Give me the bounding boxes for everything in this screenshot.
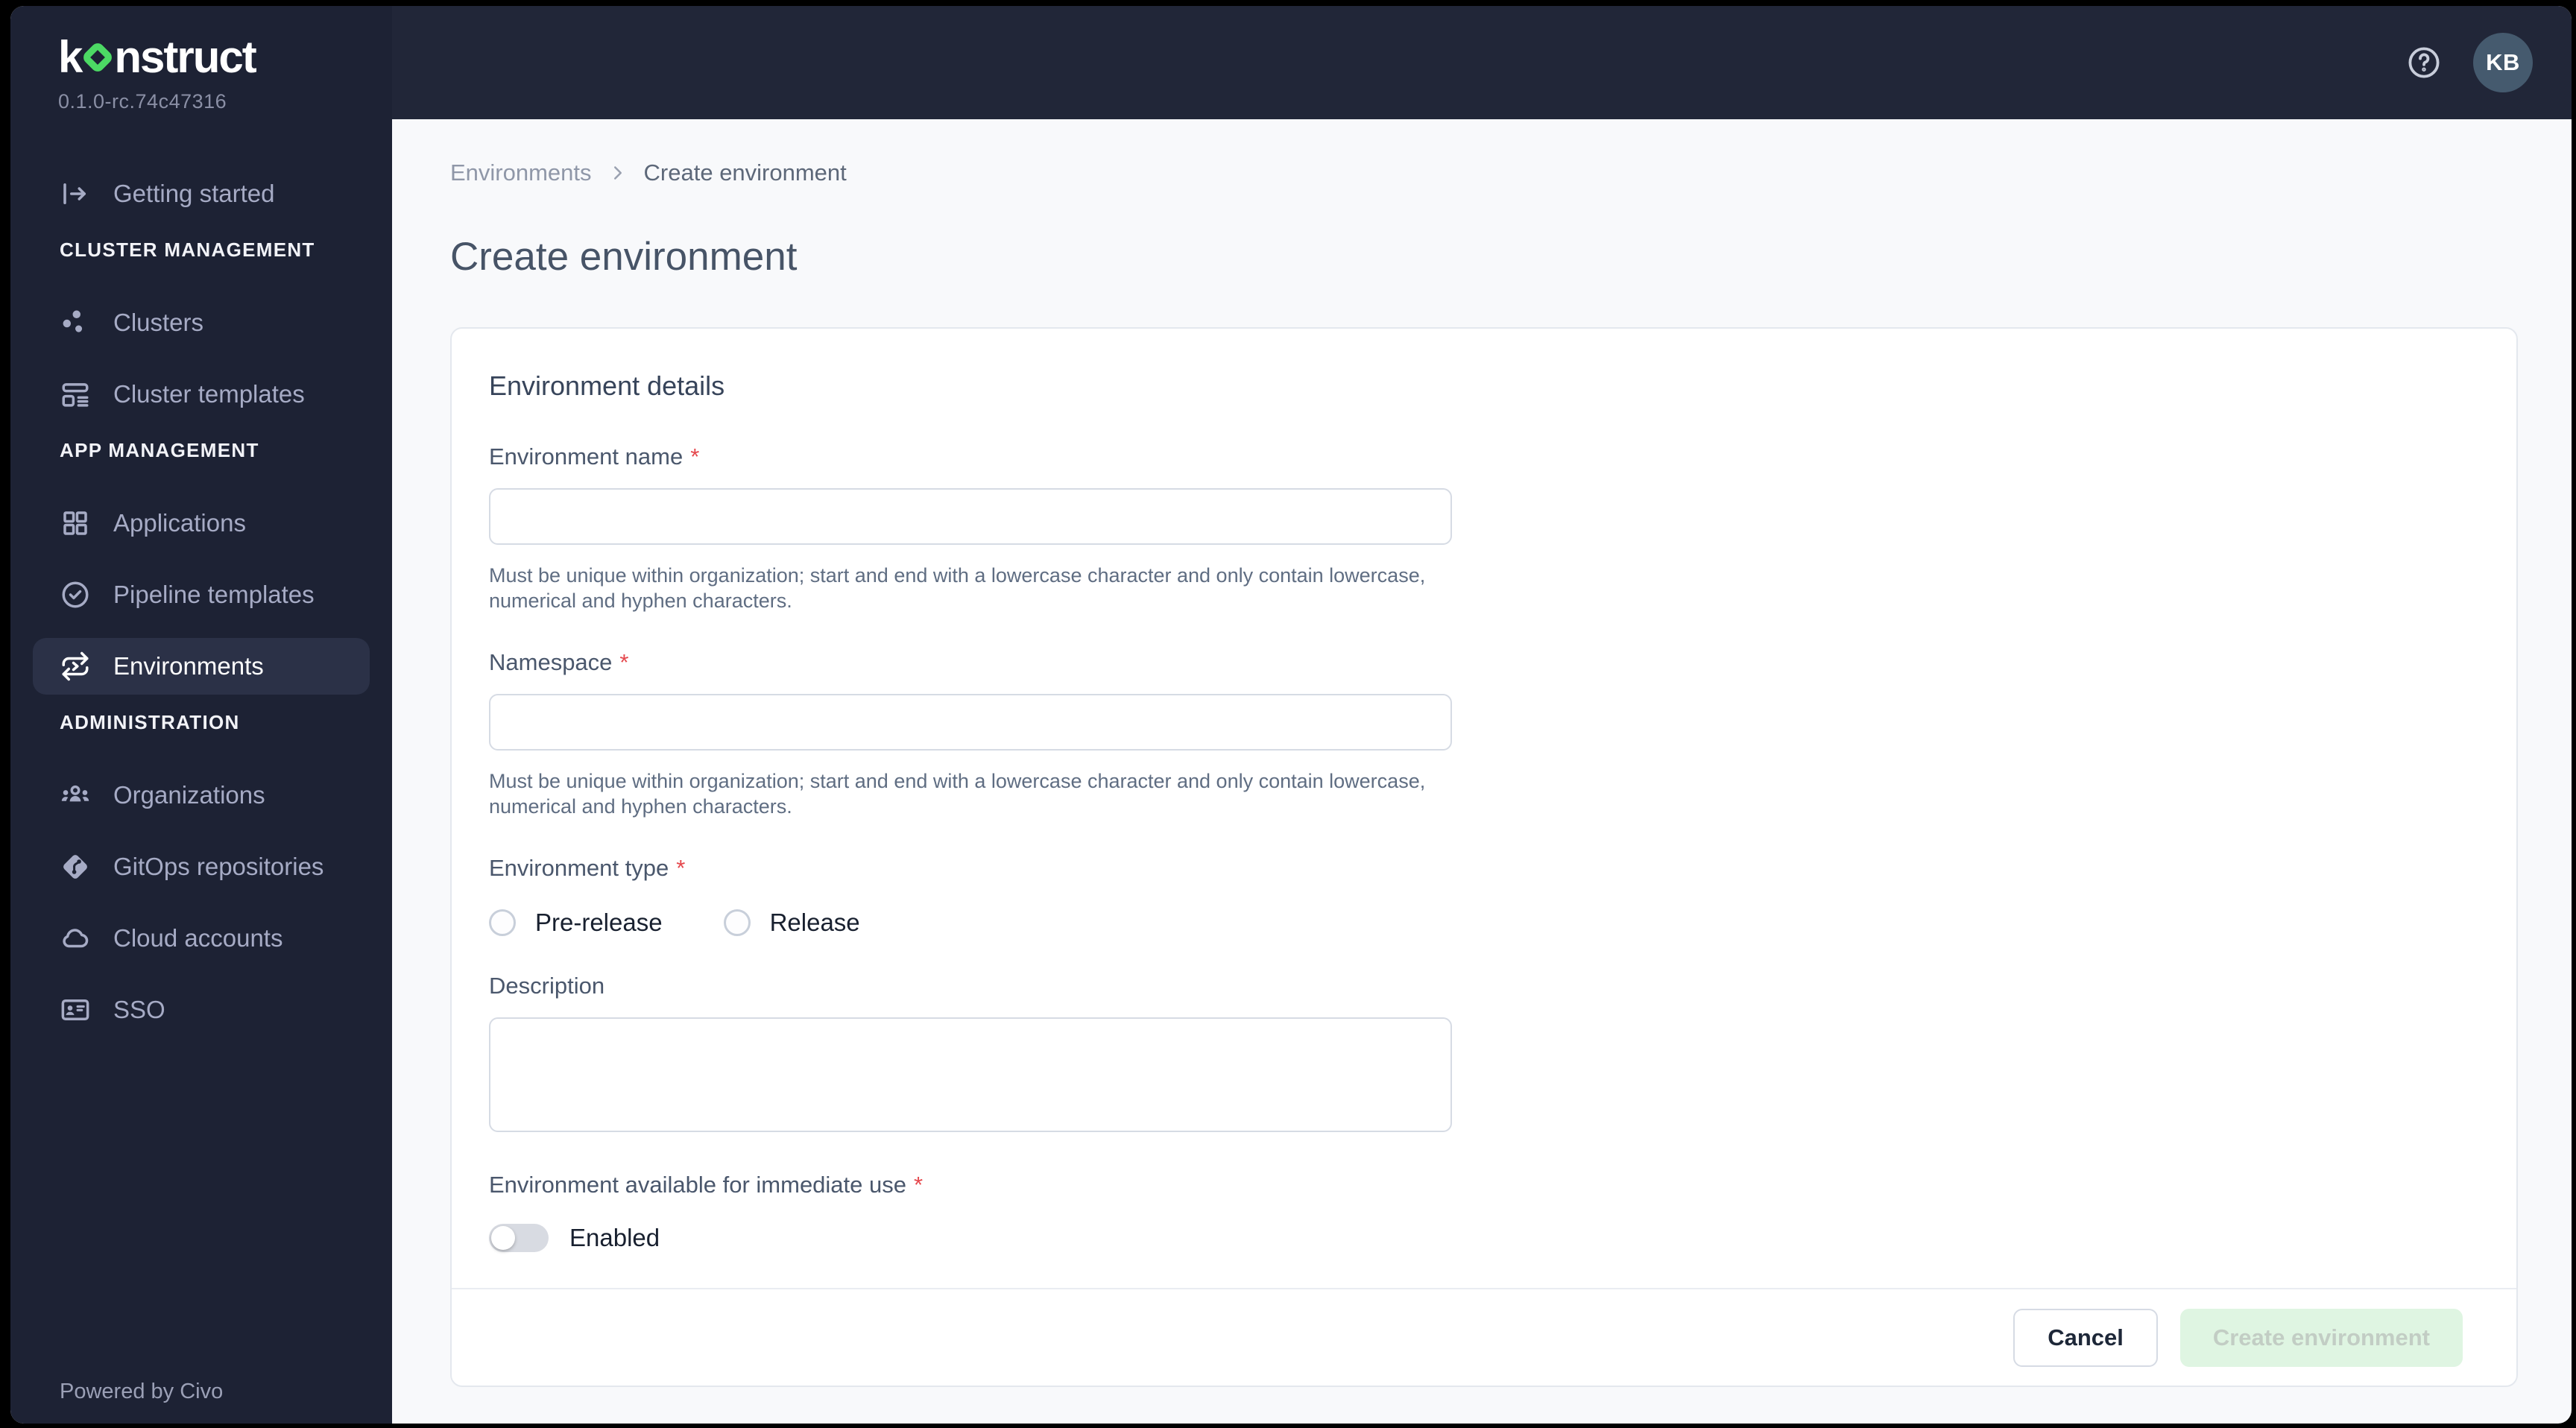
sidebar-item-label: Environments [113,652,264,680]
toggle-knob [491,1226,515,1250]
sidebar-item-label: Getting started [113,180,275,207]
sidebar-item-environments[interactable]: Environments [33,638,370,695]
logo-text-pre: k [58,32,83,82]
organizations-icon [61,785,89,802]
sidebar-item-label: Cluster templates [113,380,305,408]
app-version: 0.1.0-rc.74c47316 [58,90,227,113]
getting-started-icon [63,183,86,204]
sidebar-item-cloud-accounts[interactable]: Cloud accounts [33,910,370,967]
content-column: KB Environments Create environment Creat… [392,6,2572,1424]
page-title: Create environment [450,235,798,279]
sidebar-item-sso[interactable]: SSO [33,982,370,1038]
logo-diamond-icon [80,40,116,75]
description-textarea[interactable] [489,1017,1452,1132]
immediate-use-toggle-row: Enabled [489,1224,1452,1252]
sidebar-item-pipeline-templates[interactable]: Pipeline templates [33,566,370,623]
create-environment-button[interactable]: Create environment [2179,1308,2463,1367]
sidebar-item-applications[interactable]: Applications [33,495,370,552]
field-environment-type: Environment type * Pre-release Release [489,855,1452,937]
logo: k nstruct 0.1.0-rc.74c47316 [10,6,392,113]
radio-label: Release [769,909,860,936]
breadcrumb-current: Create environment [643,159,847,186]
pipeline-templates-icon [62,581,89,608]
sidebar-nav: Getting started CLUSTER MANAGEMENT Clust… [10,165,392,1380]
cluster-templates-icon [62,383,89,407]
app-window: k nstruct 0.1.0-rc.74c47316 Getting star… [10,6,2572,1424]
field-label: Namespace * [489,649,1452,676]
radio-pre-release[interactable]: Pre-release [489,909,663,937]
logo-wordmark: k nstruct [58,31,392,83]
powered-by: Powered by Civo [60,1380,224,1403]
field-label: Environment type * [489,855,1452,882]
sidebar-item-organizations[interactable]: Organizations [33,767,370,824]
breadcrumb-chevron-icon [613,166,622,180]
applications-icon [63,511,87,535]
environment-name-label: Environment name [489,443,684,470]
clusters-icon [63,310,83,332]
field-immediate-use: Environment available for immediate use … [489,1172,1452,1252]
sidebar-section-administration: ADMINISTRATION [60,711,240,733]
field-label: Environment available for immediate use … [489,1172,1452,1198]
sidebar-item-label: SSO [113,996,165,1023]
environment-type-label: Environment type [489,855,669,881]
sidebar-item-label: GitOps repositories [113,853,324,880]
required-asterisk: * [619,649,629,675]
sidebar: k nstruct 0.1.0-rc.74c47316 Getting star… [10,6,392,1424]
environment-form-card: Environment details Environment name * M… [450,327,2518,1387]
sidebar-item-label: Pipeline templates [113,581,315,608]
environment-type-radio-group: Pre-release Release [489,909,1452,937]
namespace-help: Must be unique within organization; star… [489,770,1426,818]
required-asterisk: * [676,855,686,881]
namespace-input[interactable] [489,694,1452,751]
help-icon [2408,47,2440,78]
sidebar-item-getting-started[interactable]: Getting started [33,165,370,222]
field-environment-name: Environment name * Must be unique within… [489,443,1452,613]
radio-circle-icon[interactable] [489,909,516,936]
sidebar-item-gitops-repositories[interactable]: GitOps repositories [33,838,370,895]
sidebar-item-label: Cloud accounts [113,924,283,952]
card-title: Environment details [489,370,725,401]
logo-text-post: nstruct [114,32,256,82]
immediate-use-toggle[interactable] [489,1224,549,1252]
avatar[interactable]: KB [2473,33,2533,92]
card-footer: Cancel Create environment [452,1288,2516,1386]
sidebar-item-clusters[interactable]: Clusters [33,294,370,351]
field-namespace: Namespace * Must be unique within organi… [489,649,1452,819]
environments-icon [62,651,89,681]
topbar: KB [392,6,2572,119]
field-label: Environment name * [489,443,1452,470]
description-label: Description [489,973,605,999]
sidebar-section-cluster-management: CLUSTER MANAGEMENT [60,238,315,261]
main-content: Environments Create environment Create e… [392,119,2572,1424]
sidebar-item-label: Applications [113,509,246,537]
toggle-state-label: Enabled [569,1224,660,1251]
cancel-button[interactable]: Cancel [2013,1308,2158,1367]
sidebar-item-cluster-templates[interactable]: Cluster templates [33,366,370,423]
card-body: Environment details Environment name * M… [452,329,2516,1288]
environment-name-input[interactable] [489,488,1452,545]
sidebar-section-app-management: APP MANAGEMENT [60,439,259,461]
help-button[interactable] [2406,45,2442,80]
environment-name-help: Must be unique within organization; star… [489,564,1426,612]
sidebar-item-label: Clusters [113,309,204,336]
field-description: Description [489,973,1452,1136]
immediate-use-label: Environment available for immediate use [489,1172,906,1198]
namespace-label: Namespace [489,649,613,675]
cloud-icon [63,929,89,948]
breadcrumb-parent-link[interactable]: Environments [450,159,592,186]
radio-release[interactable]: Release [723,909,860,937]
gitops-icon [63,855,87,879]
field-label: Description [489,973,1452,999]
required-asterisk: * [690,443,700,470]
breadcrumb: Environments Create environment [450,159,2518,186]
radio-label: Pre-release [535,909,663,936]
required-asterisk: * [914,1172,924,1198]
sidebar-item-label: Organizations [113,781,265,809]
radio-circle-icon[interactable] [723,909,751,936]
sso-icon [61,999,89,1020]
